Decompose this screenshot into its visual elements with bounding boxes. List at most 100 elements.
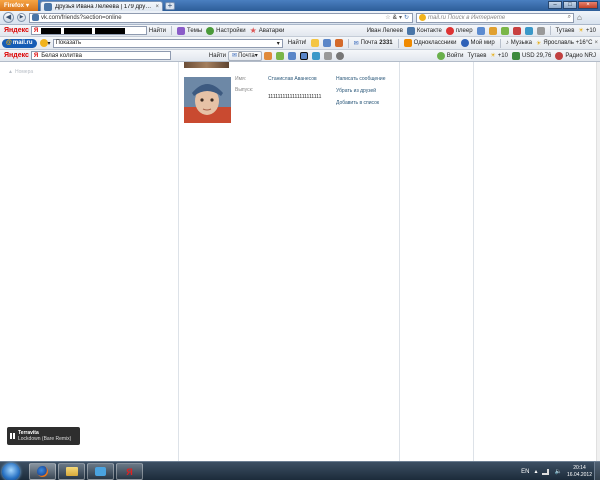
scrollbar[interactable] <box>596 62 600 461</box>
close-tab-icon[interactable]: × <box>155 4 159 10</box>
bookmark-star-icon[interactable]: ☆ <box>385 14 390 21</box>
yandex-search-field[interactable]: Я <box>30 26 147 35</box>
add-to-list-link[interactable]: Добавить в список <box>336 100 379 106</box>
gear-icon[interactable] <box>335 51 344 60</box>
vk-label: Контакте <box>416 27 442 34</box>
yandex-logo[interactable]: Яндекс <box>2 27 31 34</box>
mail-button[interactable]: ✉ Почта 2331 <box>352 40 395 47</box>
themes-button[interactable]: Темы <box>175 26 204 35</box>
yandex-logo[interactable]: Яндекс <box>2 52 31 59</box>
url-bar[interactable]: vk.com/friends?section=online ☆ & ▾ ↻ <box>29 12 413 23</box>
name-label: Имя: <box>235 76 247 82</box>
media-notification[interactable]: Terravita Lockdown (Bare Remix) <box>7 427 80 445</box>
yandex-search-field[interactable]: Я Белая колитва <box>30 51 171 60</box>
left-menu-item[interactable]: ▲ Номера <box>8 69 33 75</box>
back-button[interactable]: ◀ <box>3 12 14 23</box>
network-icon[interactable] <box>542 468 550 475</box>
tray-expand-icon[interactable]: ▴ <box>534 468 537 475</box>
minimize-button[interactable]: – <box>548 1 562 9</box>
toolbar-icon[interactable] <box>263 51 272 60</box>
taskbar-messenger[interactable] <box>87 463 114 480</box>
graduation-value: 1111111111111111111111 <box>268 94 322 100</box>
volume-icon[interactable]: 🔈 <box>554 468 561 475</box>
language-indicator[interactable]: EN <box>521 469 529 475</box>
login-button[interactable]: Войти <box>435 51 466 60</box>
close-window-button[interactable]: × <box>578 1 598 9</box>
friend-photo[interactable] <box>184 77 231 123</box>
toolbar-icon[interactable] <box>287 51 296 60</box>
yandex-y-icon: Я <box>33 27 39 34</box>
mailru-menu-icon[interactable] <box>39 39 48 47</box>
settings-icon <box>206 26 215 35</box>
settings-button[interactable]: Настройки <box>204 26 247 35</box>
send-message-link[interactable]: Написать сообщение <box>336 76 386 82</box>
weather-button[interactable]: ☀ +10 <box>576 27 598 35</box>
radio-button[interactable]: Радио NRJ <box>553 51 598 60</box>
mailru-logo[interactable]: @ mail.ru <box>2 38 37 48</box>
bookmark-icon[interactable] <box>334 39 343 47</box>
maximize-button[interactable]: □ <box>563 1 577 9</box>
currency-icon <box>511 51 520 60</box>
ok-label: Одноклассники <box>413 40 457 46</box>
mailru-find-button[interactable]: Найти! <box>286 40 309 46</box>
friend-row: Имя: Станислав Аванесов Выпуск: 11111111… <box>184 75 397 125</box>
toolbar-icon[interactable] <box>323 51 332 60</box>
search-bar[interactable]: mail.ru Поиск в Интернете ⌕ <box>416 12 574 23</box>
myworld-button[interactable]: Мой мир <box>459 39 497 47</box>
pause-icon[interactable] <box>10 433 15 439</box>
weather-button[interactable]: ☀ Ярославль +16°С <box>534 40 595 47</box>
odnoklassniki-button[interactable]: Одноклассники <box>402 39 459 47</box>
mailru-search-field[interactable]: Показать ▾ <box>52 38 283 48</box>
app-icon[interactable] <box>536 26 545 35</box>
avatars-button[interactable]: ★ Аватарки <box>248 26 287 35</box>
show-desktop-button[interactable] <box>594 462 600 480</box>
taskbar-yandex[interactable]: Я <box>116 463 143 480</box>
weather-button[interactable]: ☀ +10 <box>488 52 510 60</box>
user-button[interactable]: Иван Лелеев <box>365 28 405 34</box>
taskbar-explorer[interactable] <box>58 463 85 480</box>
toolbar-icon[interactable] <box>311 51 320 60</box>
new-tab-button[interactable]: + <box>165 2 175 10</box>
tab-title: Друзья Ивана Лелеева | 179 друзей онл... <box>55 3 152 10</box>
forward-button[interactable]: ▶ <box>17 13 26 22</box>
app-icon[interactable] <box>476 26 485 35</box>
edit-icon[interactable] <box>322 39 331 47</box>
avatars-label: Аватарки <box>258 27 285 34</box>
chevron-down-icon[interactable]: ▾ <box>277 40 280 47</box>
currency-button[interactable]: USD 29,76 <box>510 51 553 60</box>
graduation-label: Выпуск: <box>235 87 254 93</box>
app-icon[interactable] <box>488 26 497 35</box>
close-icon[interactable]: × <box>594 40 598 46</box>
friend-name-link[interactable]: Станислав Аванесов <box>268 76 317 82</box>
app-icon[interactable] <box>512 26 521 35</box>
firefox-menu-button[interactable]: Firefox ▾ <box>0 0 38 11</box>
remove-friend-link[interactable]: Убрать из друзей <box>336 88 376 94</box>
mail-button[interactable]: ✉ Почта ▾ <box>228 50 262 61</box>
yandex-find-button[interactable]: Найти <box>147 28 168 34</box>
player-button[interactable]: плеер <box>444 26 475 35</box>
chevron-down-icon[interactable]: ▾ <box>48 40 51 47</box>
previous-friend-photo[interactable] <box>184 62 229 68</box>
home-icon[interactable]: ⌂ <box>577 13 582 22</box>
yandex-find-button[interactable]: Найти <box>207 53 228 59</box>
browser-tab[interactable]: Друзья Ивана Лелеева | 179 друзей онл...… <box>40 1 163 11</box>
vk-button[interactable]: Контакте <box>405 26 444 35</box>
app-icon[interactable] <box>524 26 533 35</box>
search-icon[interactable]: ⌕ <box>568 14 571 21</box>
start-button[interactable] <box>2 463 20 480</box>
toolbar-icon[interactable] <box>275 51 284 60</box>
abp-icon[interactable]: & <box>393 15 397 21</box>
music-label: Музыка <box>510 40 532 46</box>
music-button[interactable]: ♪ Музыка <box>504 40 534 46</box>
dropdown-icon[interactable]: ▾ <box>399 14 402 21</box>
mailru-search-icon <box>419 14 426 21</box>
toolbar-icon[interactable] <box>299 51 308 60</box>
city-button[interactable]: Тутаев <box>554 28 577 34</box>
taskbar-firefox[interactable] <box>29 463 56 480</box>
clock[interactable]: 20:14 16.04.2012 <box>567 465 592 479</box>
reload-icon[interactable]: ↻ <box>404 14 409 21</box>
pencil-icon[interactable] <box>310 39 319 47</box>
settings-label: Настройки <box>216 27 246 34</box>
app-icon[interactable] <box>500 26 509 35</box>
city-button[interactable]: Тутаев <box>466 53 489 59</box>
